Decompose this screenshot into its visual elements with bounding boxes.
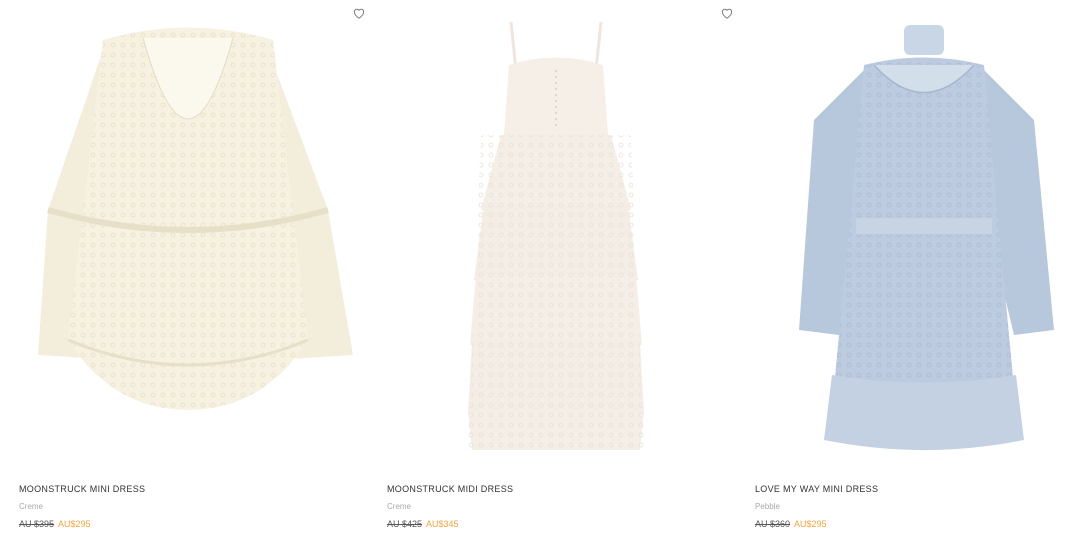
sale-price: AU$345 — [426, 519, 459, 529]
product-name[interactable]: LOVE MY WAY MINI DRESS — [755, 484, 878, 494]
product-grid: MOONSTRUCK MINI DRESS Creme AU $395 AU$29… — [0, 0, 1080, 540]
product-price: AU $360 AU$295 — [755, 519, 827, 529]
product-card: MOONSTRUCK MINI DRESS Creme AU $395 AU$29… — [8, 0, 368, 540]
product-name[interactable]: MOONSTRUCK MIDI DRESS — [387, 484, 513, 494]
wishlist-heart-icon[interactable] — [352, 6, 366, 20]
original-price: AU $425 — [387, 519, 423, 529]
sale-price: AU$295 — [794, 519, 827, 529]
product-color: Pebble — [755, 502, 780, 511]
product-color: Creme — [387, 502, 412, 511]
product-color: Creme — [19, 502, 44, 511]
product-price: AU $425 AU$345 — [387, 519, 459, 529]
product-name[interactable]: MOONSTRUCK MINI DRESS — [19, 484, 145, 494]
product-image-midi-dress[interactable] — [376, 10, 736, 465]
wishlist-heart-icon[interactable] — [720, 6, 734, 20]
product-image-love-my-way-dress[interactable] — [744, 10, 1080, 465]
product-price: AU $395 AU$295 — [19, 519, 91, 529]
sale-price: AU$295 — [58, 519, 91, 529]
product-card: LOVE MY WAY MINI DRESS Pebble AU $360 AU$… — [721, 0, 1080, 540]
product-image-mini-dress[interactable] — [8, 10, 368, 465]
original-price: AU $360 — [755, 519, 791, 529]
original-price: AU $395 — [19, 519, 55, 529]
product-card: MOONSTRUCK MIDI DRESS Creme AU $425 AU$34… — [353, 0, 736, 540]
